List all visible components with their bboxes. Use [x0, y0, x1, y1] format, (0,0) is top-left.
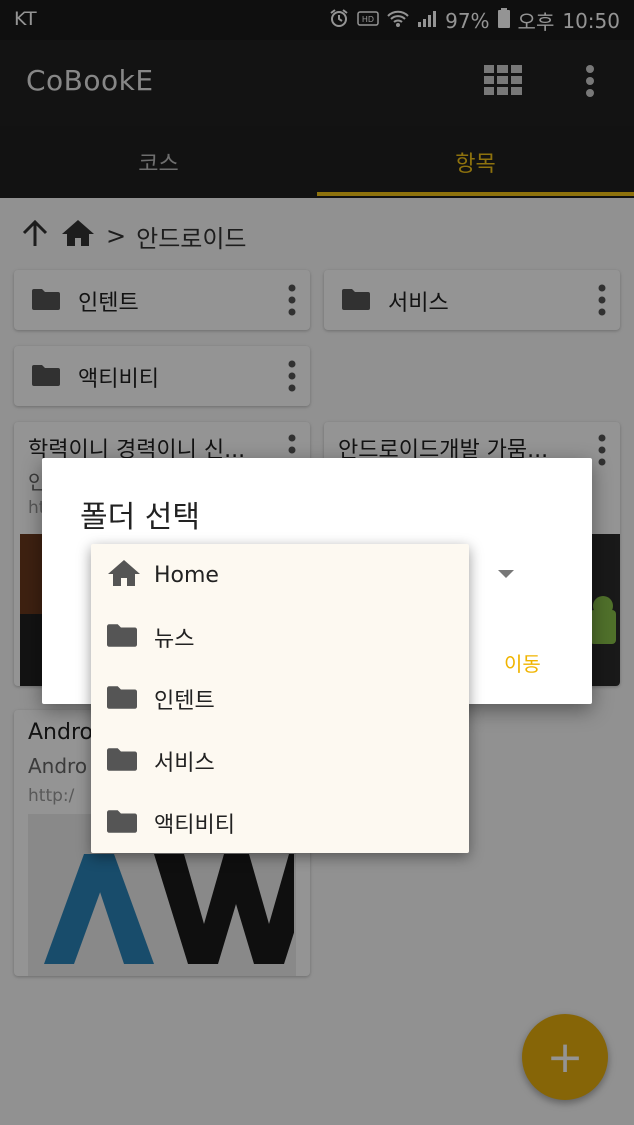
dropdown-item-label: 액티비티	[154, 813, 235, 838]
dropdown-item-intent[interactable]: 인텐트	[91, 668, 469, 730]
move-button[interactable]: 이동	[504, 648, 541, 677]
dropdown-item-label: 서비스	[154, 751, 215, 776]
dropdown-item-news[interactable]: 뉴스	[91, 606, 469, 668]
folder-icon	[107, 809, 137, 837]
folder-icon	[107, 623, 137, 651]
dropdown-caret-icon[interactable]	[498, 570, 514, 578]
folder-icon	[107, 747, 137, 775]
dropdown-item-label: 뉴스	[154, 627, 195, 652]
dropdown-item-home[interactable]: Home	[91, 544, 469, 606]
dropdown-item-activity[interactable]: 액티비티	[91, 792, 469, 854]
dropdown-item-service[interactable]: 서비스	[91, 730, 469, 792]
dropdown-item-label: Home	[154, 562, 219, 588]
dropdown-item-label: 인텐트	[154, 689, 215, 714]
folder-dropdown: Home 뉴스 인텐트 서비스 액티비티	[91, 544, 469, 853]
folder-icon	[107, 685, 137, 713]
home-icon	[107, 558, 141, 592]
dialog-title: 폴더 선택	[80, 500, 200, 535]
